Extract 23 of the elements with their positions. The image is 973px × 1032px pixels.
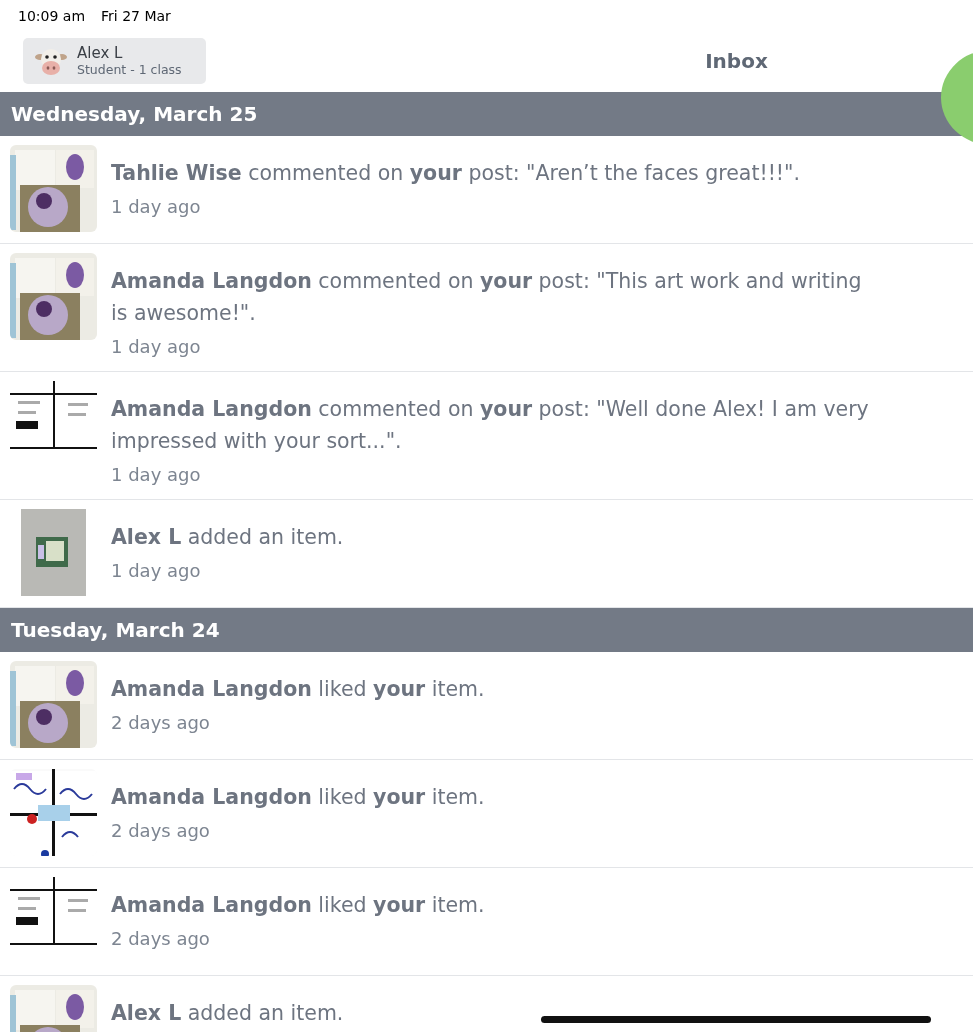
notification-text: Amanda Langdon liked your item. xyxy=(111,892,485,919)
status-date: Fri 27 Mar xyxy=(101,7,171,26)
timestamp: 2 days ago xyxy=(111,927,211,951)
status-time: 10:09 am xyxy=(18,7,85,26)
timestamp: 2 days ago xyxy=(111,819,211,843)
timestamp: 1 day ago xyxy=(111,559,202,583)
notification-text: Tahlie Wise commented on your post: "Aren’t the faces great!!!". xyxy=(111,160,800,187)
notification-text: Alex L added an item. xyxy=(111,1000,344,1027)
user-role: Student - 1 class xyxy=(77,61,182,79)
timestamp: 1 day ago xyxy=(111,335,202,359)
notification-text: Amanda Langdon liked your item. xyxy=(111,676,485,703)
user-switcher[interactable]: Alex L Student - 1 class xyxy=(23,38,206,84)
timestamp: 1 day ago xyxy=(111,463,202,487)
page-title: Inbox xyxy=(705,48,768,75)
cow-avatar-icon xyxy=(35,46,67,76)
notification-text: Amanda Langdon liked your item. xyxy=(111,784,485,811)
notification-text: Alex L added an item. xyxy=(111,524,344,551)
notification-text: Amanda Langdon commented on your post: "This art work and writing is awesome!". xyxy=(111,268,863,327)
date-header: Tuesday, March 24 xyxy=(0,608,973,652)
user-name: Alex L xyxy=(77,43,124,62)
timestamp: 1 day ago xyxy=(111,195,202,219)
notification-text: Amanda Langdon commented on your post: "Well done Alex! I am very impressed with your sort...". xyxy=(111,396,870,455)
timestamp: 2 days ago xyxy=(111,711,211,735)
